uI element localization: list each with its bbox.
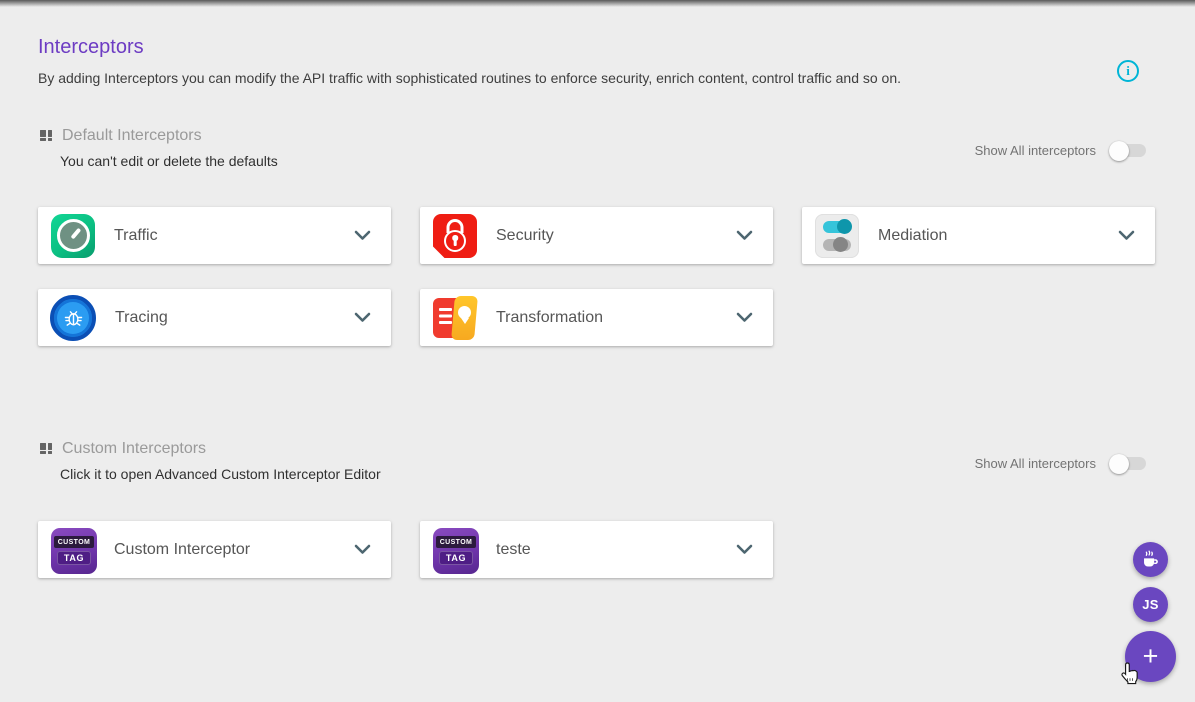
chevron-down-icon[interactable] [736, 312, 753, 323]
chevron-down-icon[interactable] [354, 312, 371, 323]
chevron-down-icon[interactable] [1118, 230, 1135, 241]
card-security-label: Security [496, 227, 736, 245]
card-teste-label: teste [496, 541, 736, 559]
add-java-interceptor-button[interactable] [1133, 542, 1168, 577]
default-toggle-label: Show All interceptors [975, 143, 1096, 158]
info-icon[interactable]: i [1117, 60, 1139, 82]
default-show-all-toggle-row: Show All interceptors [975, 143, 1146, 158]
custom-tag-line2: TAG [439, 551, 473, 565]
default-interceptors-section-header: Default Interceptors [40, 127, 202, 145]
card-traffic-label: Traffic [114, 227, 354, 245]
custom-show-all-toggle[interactable] [1112, 457, 1146, 470]
coffee-cup-icon [1141, 550, 1160, 569]
chevron-down-icon[interactable] [354, 544, 371, 555]
info-icon-glyph: i [1126, 63, 1130, 79]
page-description: By adding Interceptors you can modify th… [38, 70, 901, 86]
card-custom-interceptor-label: Custom Interceptor [114, 541, 354, 559]
custom-section-subtitle: Click it to open Advanced Custom Interce… [60, 466, 381, 482]
toggles-icon [815, 214, 859, 258]
hand-cursor-icon [1120, 661, 1140, 692]
chevron-down-icon[interactable] [736, 230, 753, 241]
gauge-icon [51, 214, 95, 258]
document-bulb-icon [433, 296, 477, 340]
card-transformation-label: Transformation [496, 309, 736, 327]
page-title: Interceptors [38, 36, 144, 59]
bug-icon [50, 295, 96, 341]
card-custom-interceptor[interactable]: CUSTOM TAG Custom Interceptor [38, 521, 391, 578]
custom-show-all-toggle-row: Show All interceptors [975, 456, 1146, 471]
js-icon: JS [1142, 597, 1159, 612]
card-tracing[interactable]: Tracing [38, 289, 391, 346]
add-js-interceptor-button[interactable]: JS [1133, 587, 1168, 622]
card-teste[interactable]: CUSTOM TAG teste [420, 521, 773, 578]
default-section-subtitle: You can't edit or delete the defaults [60, 153, 278, 169]
custom-tag-line2: TAG [57, 551, 91, 565]
padlock-icon [433, 214, 477, 258]
card-mediation[interactable]: Mediation [802, 207, 1155, 264]
card-tracing-label: Tracing [115, 309, 354, 327]
default-show-all-toggle[interactable] [1112, 144, 1146, 157]
toggle-knob[interactable] [1109, 454, 1129, 474]
grid-icon [40, 130, 53, 143]
custom-section-title: Custom Interceptors [62, 440, 206, 458]
card-mediation-label: Mediation [878, 227, 1118, 245]
card-traffic[interactable]: Traffic [38, 207, 391, 264]
add-interceptor-button[interactable]: + [1125, 631, 1176, 682]
card-security[interactable]: Security [420, 207, 773, 264]
custom-tag-icon: CUSTOM TAG [433, 528, 477, 572]
chevron-down-icon[interactable] [736, 544, 753, 555]
card-transformation[interactable]: Transformation [420, 289, 773, 346]
custom-toggle-label: Show All interceptors [975, 456, 1096, 471]
custom-tag-icon: CUSTOM TAG [51, 528, 95, 572]
custom-tag-line1: CUSTOM [436, 536, 477, 548]
toggle-knob[interactable] [1109, 141, 1129, 161]
default-section-title: Default Interceptors [62, 127, 202, 145]
chevron-down-icon[interactable] [354, 230, 371, 241]
custom-interceptors-section-header: Custom Interceptors [40, 440, 206, 458]
custom-tag-line1: CUSTOM [54, 536, 95, 548]
top-scroll-shadow [0, 0, 1195, 7]
plus-icon: + [1143, 641, 1159, 672]
grid-icon [40, 443, 53, 456]
